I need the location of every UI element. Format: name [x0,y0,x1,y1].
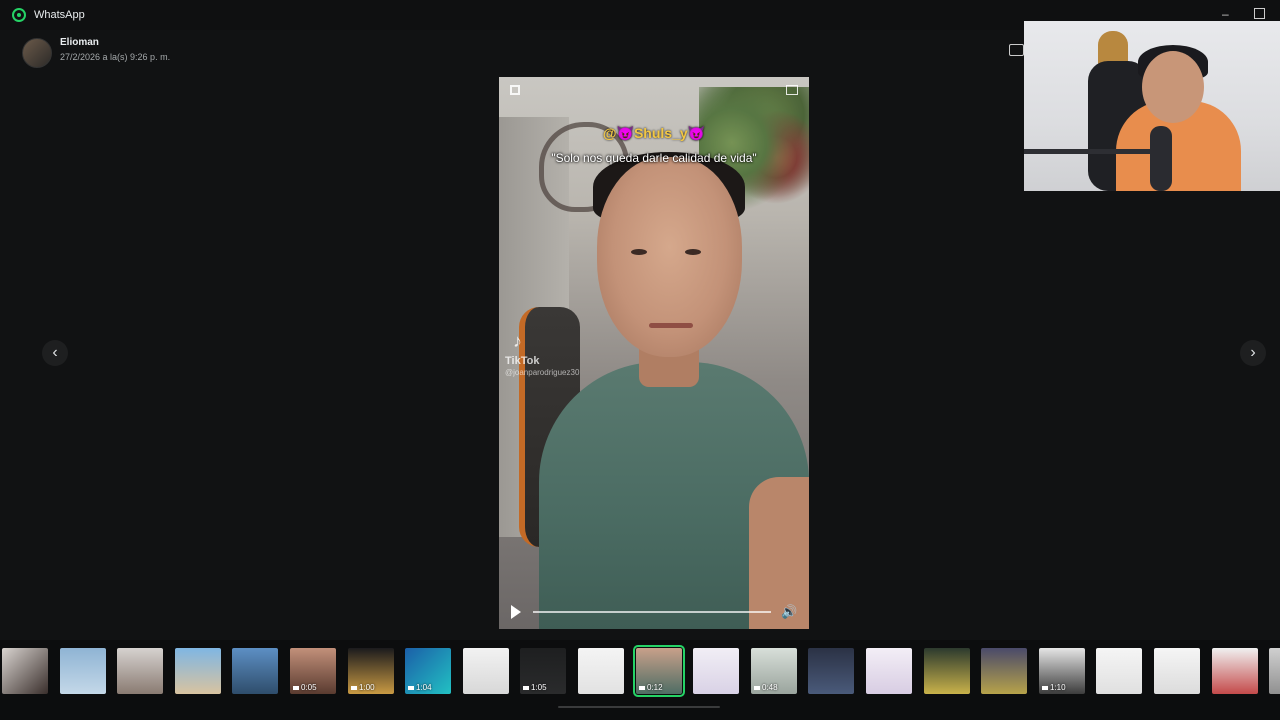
media-thumbnail[interactable]: 1:10 [1039,648,1085,694]
thumbnail-duration: 1:05 [523,683,547,692]
webcam-mic-arm [1024,149,1164,154]
video-camera-icon [351,686,357,690]
webcam-microphone [1150,126,1172,191]
go-to-message-icon[interactable] [1009,44,1024,56]
sender-name: Elioman [60,37,99,48]
video-camera-icon [754,686,760,690]
video-camera-icon [639,686,645,690]
tiktok-logo-icon: ♪ [513,331,522,351]
media-thumbnail[interactable] [578,648,624,694]
thumbnail-duration: 1:04 [408,683,432,692]
media-thumbnail[interactable] [693,648,739,694]
media-thumbnail[interactable] [1269,648,1280,694]
fullscreen-icon[interactable] [510,85,520,95]
media-thumbnail[interactable] [924,648,970,694]
media-thumbnail[interactable] [2,648,48,694]
thumbnail-duration: 1:00 [351,683,375,692]
media-thumbnail[interactable]: 1:00 [348,648,394,694]
media-thumbnail[interactable]: 1:04 [405,648,451,694]
maximize-button[interactable] [1254,8,1265,19]
media-thumbnail[interactable]: 1:05 [520,648,566,694]
media-thumbnail[interactable] [60,648,106,694]
thumbnail-duration: 0:48 [754,683,778,692]
media-thumbnail[interactable]: 0:05 [290,648,336,694]
video-frame-right-eye [685,249,701,255]
video-caption-handle: @😈Shuls_y😈 [602,125,706,141]
media-thumbnail[interactable]: 0:12 [633,645,685,697]
video-progress-bar[interactable] [533,611,771,613]
video-player[interactable]: @😈Shuls_y😈 "Solo nos queda darle calidad… [499,77,809,629]
media-thumbnail[interactable] [808,648,854,694]
play-icon[interactable] [511,605,521,619]
minimize-button[interactable]: – [1222,7,1229,21]
thumbnail-duration: 1:10 [1042,683,1066,692]
tiktok-watermark: TikTok [505,355,540,367]
video-camera-icon [293,686,299,690]
video-controls: 🔊 [499,599,809,629]
thumbnail-duration: 0:05 [293,683,317,692]
media-thumbnail[interactable] [175,648,221,694]
previous-media-button[interactable]: ‹ [42,340,68,366]
video-camera-icon [523,686,529,690]
app-title: WhatsApp [34,9,85,21]
media-thumbnail[interactable] [1154,648,1200,694]
media-thumbnail[interactable] [232,648,278,694]
whatsapp-logo-icon [12,8,26,22]
webcam-overlay [1024,21,1280,191]
media-thumbnail[interactable] [1096,648,1142,694]
tiktok-username: @joanparodriguez30 [505,368,580,377]
media-thumbnail[interactable] [117,648,163,694]
video-frame-left-eye [631,249,647,255]
media-thumbnail[interactable] [1212,648,1258,694]
webcam-person-head [1142,51,1204,123]
media-thumbnail-strip: 0:05 1:00 1:04 1:05 0:12 0:48 1:10 [0,640,1280,720]
media-thumbnail[interactable] [981,648,1027,694]
media-thumbnail[interactable] [463,648,509,694]
thumbnail-duration: 0:12 [639,683,663,692]
sender-avatar[interactable] [22,38,52,68]
video-camera-icon [408,686,414,690]
next-media-button[interactable]: › [1240,340,1266,366]
volume-icon[interactable]: 🔊 [781,604,797,620]
picture-in-picture-icon[interactable] [786,85,798,95]
thumbnail-scrollbar[interactable] [558,706,720,708]
video-camera-icon [1042,686,1048,690]
media-thumbnail[interactable]: 0:48 [751,648,797,694]
message-timestamp: 27/2/2026 a la(s) 9:26 p. m. [60,52,171,62]
video-caption-quote: "Solo nos queda darle calidad de vida" [551,151,757,165]
media-thumbnail[interactable] [866,648,912,694]
video-frame-mouth [649,323,693,328]
